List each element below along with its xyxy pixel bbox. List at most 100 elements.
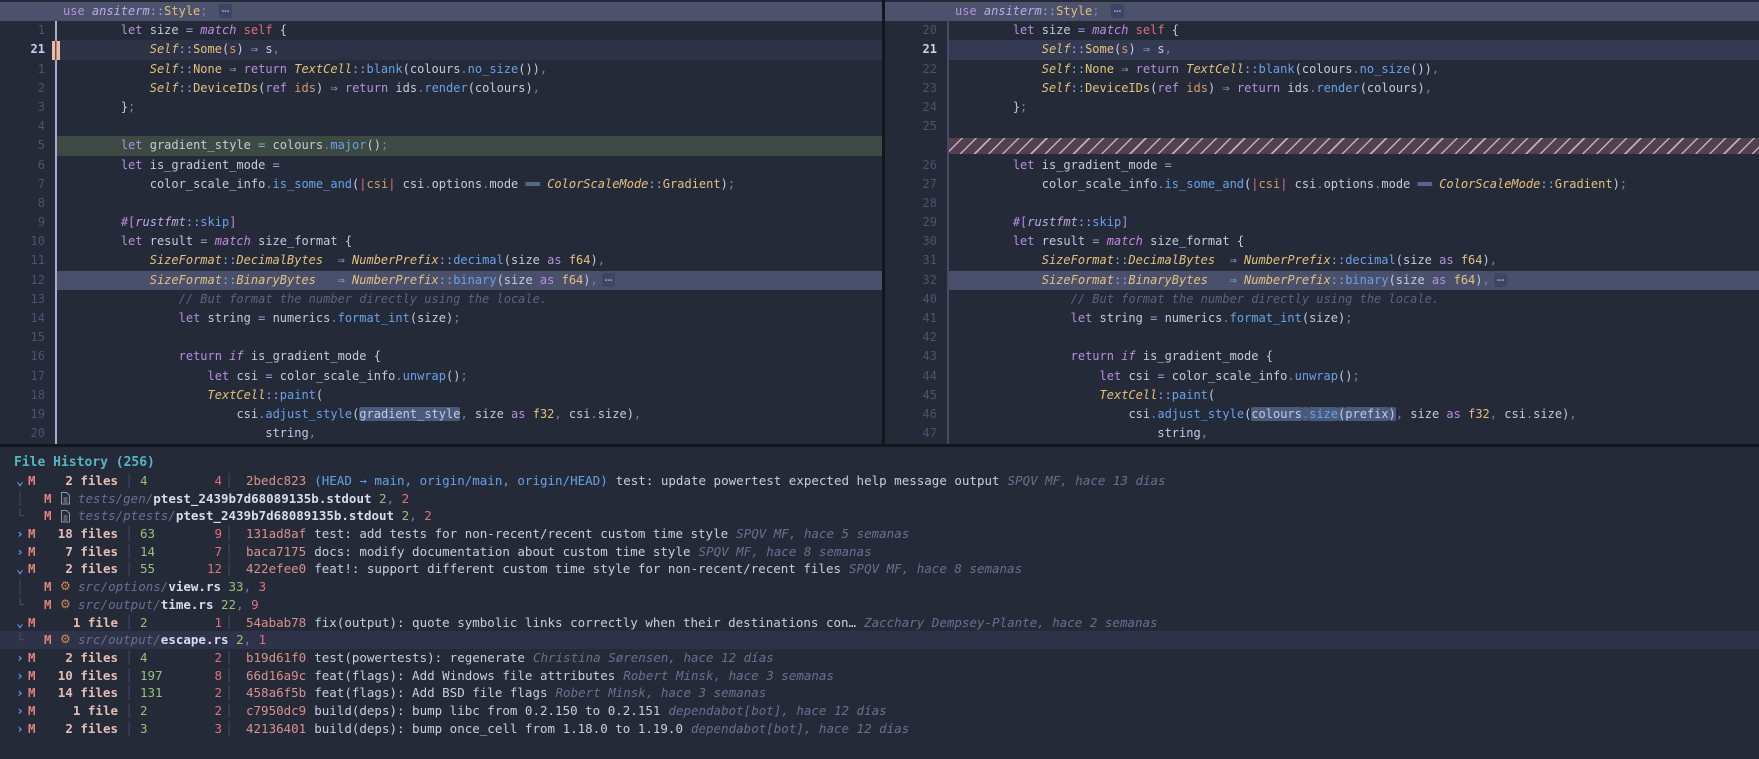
code-line[interactable]: 22 Self::None ⇒ return TextCell::blank(c…: [885, 60, 1759, 79]
token-op: ::: [222, 253, 236, 267]
commit-row[interactable]: ›M2 files│42│b19d61f0test(powertests): r…: [0, 649, 1759, 667]
code-line[interactable]: 4: [0, 117, 882, 136]
code-line[interactable]: 31 SizeFormat::DecimalBytes ⇒ NumberPref…: [885, 251, 1759, 270]
code-line[interactable]: 32 SizeFormat::BinaryBytes ⇒ NumberPrefi…: [885, 271, 1759, 290]
code-line[interactable]: 42: [885, 328, 1759, 347]
code-line[interactable]: 29 #[rustfmt::skip]: [885, 213, 1759, 232]
code-line[interactable]: 26 let is_gradient_mode =: [885, 156, 1759, 175]
code-line[interactable]: 16 return if is_gradient_mode {: [0, 347, 882, 366]
chevron-right-icon[interactable]: ›: [12, 667, 28, 685]
file-row[interactable]: └M⚙src/output/escape.rs 2, 1: [0, 631, 1759, 649]
code-line[interactable]: [885, 136, 1759, 155]
code-line[interactable]: 3 };: [0, 98, 882, 117]
token-op: =: [258, 311, 272, 325]
code-line[interactable]: 2use ansiterm::Style; ⋯: [0, 2, 882, 21]
commit-row[interactable]: ⌄M2 files│44│2bedc823(HEAD → main, origi…: [0, 472, 1759, 490]
code-line[interactable]: 12 SizeFormat::BinaryBytes ⇒ NumberPrefi…: [0, 271, 882, 290]
file-row[interactable]: │Mtests/gen/ptest_2439b7d68089135b.stdou…: [0, 490, 1759, 508]
code-line[interactable]: 43 return if is_gradient_mode {: [885, 347, 1759, 366]
code-line[interactable]: 13 // But format the number directly usi…: [0, 290, 882, 309]
code-line[interactable]: 19 csi.adjust_style(gradient_style, size…: [0, 405, 882, 424]
code-line[interactable]: 6 let is_gradient_mode =: [0, 156, 882, 175]
code-line[interactable]: 1 let size = match self {: [0, 21, 882, 40]
commit-message: feat!: support different custom time sty…: [314, 560, 841, 578]
fold-ellipsis-icon[interactable]: ⋯: [1494, 273, 1507, 287]
code-line[interactable]: 2 Self::DeviceIDs(ref ids) ⇒ return ids.…: [0, 79, 882, 98]
chevron-down-icon[interactable]: ⌄: [12, 560, 28, 578]
chevron-down-icon[interactable]: ⌄: [12, 614, 28, 632]
commit-row[interactable]: ⌄M1 file│21│54abab78fix(output): quote s…: [0, 614, 1759, 632]
line-number: 45: [885, 386, 937, 405]
chevron-right-icon[interactable]: ›: [12, 702, 28, 720]
token-kw: as: [1446, 407, 1468, 421]
code-line[interactable]: 44 let csi = color_scale_info.unwrap();: [885, 367, 1759, 386]
code-line[interactable]: 9 #[rustfmt::skip]: [0, 213, 882, 232]
code-line[interactable]: 23 Self::DeviceIDs(ref ids) ⇒ return ids…: [885, 79, 1759, 98]
code-line[interactable]: 20 string,: [0, 424, 882, 443]
token-pl: {: [280, 23, 287, 37]
commit-row[interactable]: ›M18 files│639│131ad8aftest: add tests f…: [0, 525, 1759, 543]
chevron-down-icon[interactable]: ⌄: [12, 472, 28, 490]
fold-ellipsis-icon[interactable]: ⋯: [219, 4, 232, 18]
file-history-panel[interactable]: File History (256) ⌄M2 files│44│2bedc823…: [0, 447, 1759, 756]
code-line[interactable]: 14 let string = numerics.format_int(size…: [0, 309, 882, 328]
fold-ellipsis-icon[interactable]: ⋯: [602, 273, 615, 287]
file-row[interactable]: └M⚙src/output/time.rs 22, 9: [0, 596, 1759, 614]
chevron-right-icon[interactable]: ›: [12, 684, 28, 702]
code-line[interactable]: 21 Self::Some(s) ⇒ s,: [885, 40, 1759, 59]
fold-ellipsis-icon[interactable]: ⋯: [1111, 4, 1124, 18]
file-row[interactable]: │M⚙src/options/view.rs 33, 3: [0, 578, 1759, 596]
diff-pane-old[interactable]: 1use ansiterm::Style; ⋯20 let size = mat…: [885, 0, 1759, 444]
code-line[interactable]: 40 // But format the number directly usi…: [885, 290, 1759, 309]
code-line[interactable]: 25: [885, 117, 1759, 136]
token-op: ⇒: [338, 273, 352, 287]
code-line[interactable]: 30 let result = match size_format {: [885, 232, 1759, 251]
code-line[interactable]: 15: [0, 328, 882, 347]
code-line[interactable]: 24 };: [885, 98, 1759, 117]
code-line[interactable]: 5 let gradient_style = colours.major();: [0, 136, 882, 155]
code-line[interactable]: 47 string,: [885, 424, 1759, 443]
commit-row[interactable]: ›M1 file│22│c7950dc9build(deps): bump li…: [0, 702, 1759, 720]
commit-row[interactable]: ›M2 files│33│42136401build(deps): bump o…: [0, 720, 1759, 738]
token-ind: [984, 196, 1013, 210]
chevron-right-icon[interactable]: ›: [12, 543, 28, 561]
added-count: 33: [229, 578, 244, 596]
code-line[interactable]: 21 Self::Some(s) ⇒ s,: [0, 40, 882, 59]
code-line[interactable]: 18 TextCell::paint(: [0, 386, 882, 405]
commit-row[interactable]: ›M7 files│147│baca7175docs: modify docum…: [0, 543, 1759, 561]
code-line[interactable]: 46 csi.adjust_style(colours.size(prefix)…: [885, 405, 1759, 424]
token-ind: [92, 273, 121, 287]
code-line[interactable]: 28: [885, 194, 1759, 213]
code-line[interactable]: 11 SizeFormat::DecimalBytes ⇒ NumberPref…: [0, 251, 882, 270]
code-line[interactable]: 45 TextCell::paint(: [885, 386, 1759, 405]
code-line[interactable]: 27 color_scale_info.is_some_and(|csi| cs…: [885, 175, 1759, 194]
file-row[interactable]: └Mtests/ptests/ptest_2439b7d68089135b.st…: [0, 507, 1759, 525]
token-ind: [92, 158, 121, 172]
commit-author-date: Robert Minsk, hace 3 semanas: [623, 667, 834, 685]
column-divider: │: [222, 614, 236, 632]
commit-row[interactable]: ›M10 files│1978│66d16a9cfeat(flags): Add…: [0, 667, 1759, 685]
chevron-right-icon[interactable]: ›: [12, 525, 28, 543]
token-typ: TextCell: [294, 62, 352, 76]
token-ind: [179, 388, 208, 402]
code-line[interactable]: 17 let csi = color_scale_info.unwrap();: [0, 367, 882, 386]
token-pl: [1215, 253, 1229, 267]
commit-row[interactable]: ⌄M2 files│5512│422efee0feat!: support di…: [0, 560, 1759, 578]
code-line[interactable]: 10 let result = match size_format {: [0, 232, 882, 251]
code-line[interactable]: 1use ansiterm::Style; ⋯: [885, 2, 1759, 21]
chevron-right-icon[interactable]: ›: [12, 649, 28, 667]
code-text: color_scale_info.is_some_and(|csi| csi.o…: [45, 175, 735, 194]
token-ind: [63, 196, 92, 210]
code-line[interactable]: 20 let size = match self {: [885, 21, 1759, 40]
code-line[interactable]: 8: [0, 194, 882, 213]
column-divider: │: [122, 667, 136, 685]
commit-row[interactable]: ›M14 files│1312│458a6f5bfeat(flags): Add…: [0, 684, 1759, 702]
code-line[interactable]: 7 color_scale_info.is_some_and(|csi| csi…: [0, 175, 882, 194]
line-number: 4: [0, 117, 45, 136]
token-ind: [1013, 426, 1042, 440]
diff-pane-new[interactable]: 2use ansiterm::Style; ⋯1 let size = matc…: [0, 0, 882, 444]
code-line[interactable]: 1 Self::None ⇒ return TextCell::blank(co…: [0, 60, 882, 79]
token-ind: [1071, 426, 1100, 440]
code-line[interactable]: 41 let string = numerics.format_int(size…: [885, 309, 1759, 328]
chevron-right-icon[interactable]: ›: [12, 720, 28, 738]
